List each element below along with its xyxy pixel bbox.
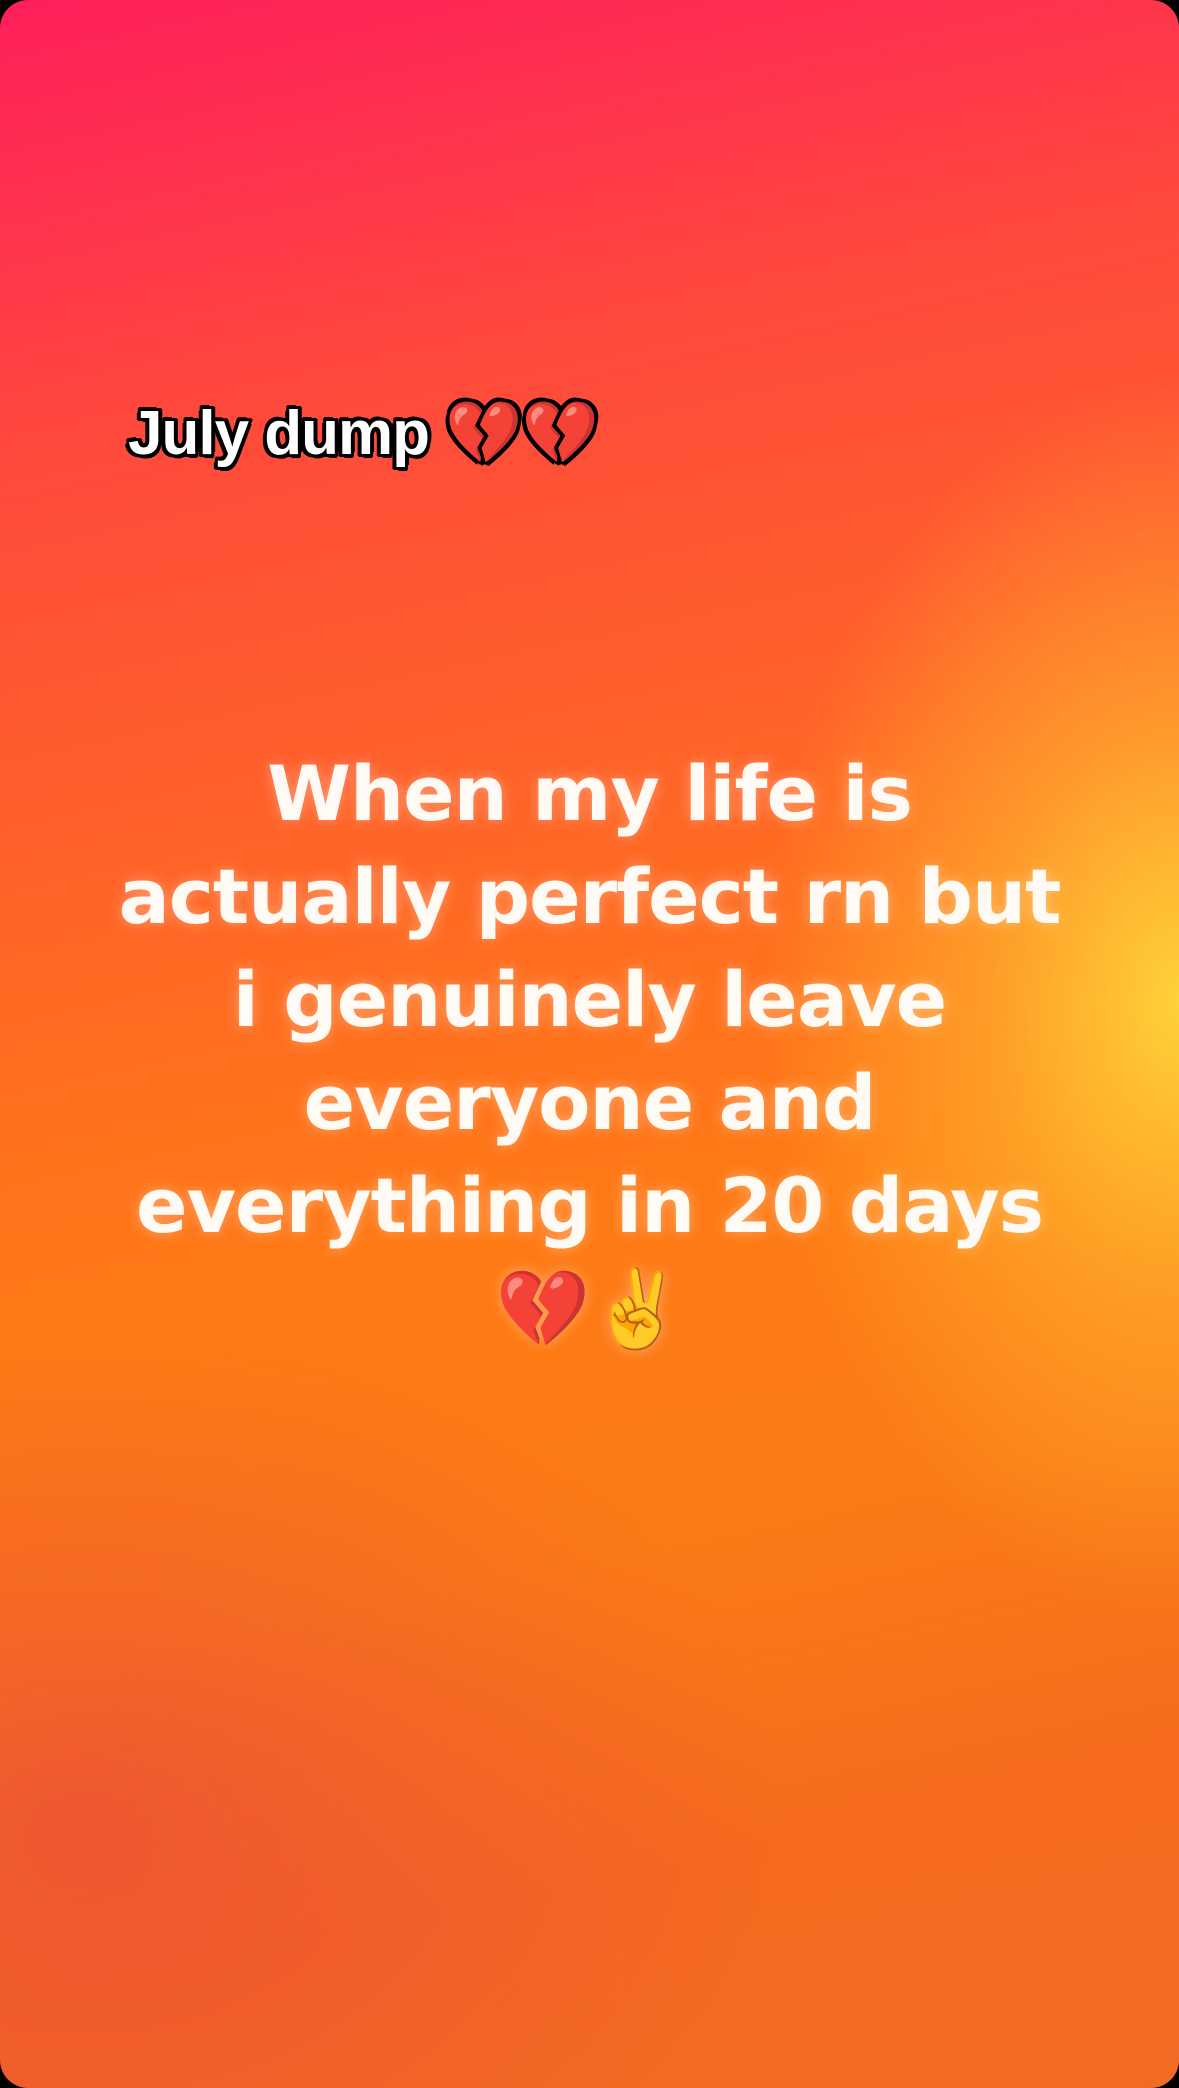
story-text-line: everyone and <box>303 1058 877 1147</box>
story-text-line: everything in 20 days <box>135 1161 1044 1250</box>
story-text-block: When my life is actually perfect rn but … <box>60 742 1119 1360</box>
story-text-line: When my life is <box>267 749 913 838</box>
story-emoji-line: 💔✌️ <box>495 1264 684 1353</box>
story-canvas[interactable]: July dump 💔💔 When my life is actually pe… <box>0 0 1179 2088</box>
story-text-line: i genuinely leave <box>232 955 947 1044</box>
caption-text: July dump 💔💔 <box>128 399 599 468</box>
story-text-line: actually perfect rn but <box>118 852 1062 941</box>
